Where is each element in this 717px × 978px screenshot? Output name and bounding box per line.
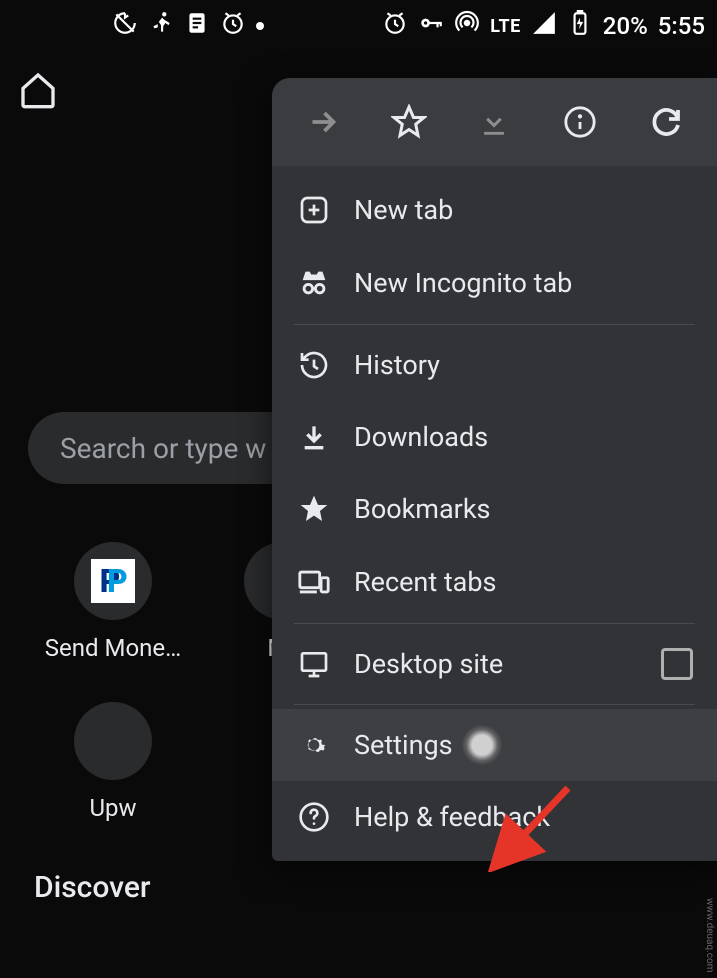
menu-desktop-site[interactable]: Desktop site bbox=[272, 628, 717, 700]
menu-label: New tab bbox=[354, 194, 453, 226]
paypal-icon: PP bbox=[74, 542, 152, 620]
menu-label: Bookmarks bbox=[354, 493, 490, 525]
gear-icon bbox=[296, 729, 332, 761]
menu-new-tab[interactable]: New tab bbox=[272, 174, 717, 246]
shortcut-label: Send Mone… bbox=[45, 634, 181, 662]
rotation-lock-icon bbox=[112, 10, 138, 42]
search-placeholder: Search or type w bbox=[60, 432, 266, 465]
menu-incognito[interactable]: New Incognito tab bbox=[272, 246, 717, 320]
plus-box-icon bbox=[296, 194, 332, 226]
document-icon bbox=[184, 10, 210, 42]
battery-percent: 20% bbox=[603, 12, 648, 40]
star-icon bbox=[296, 493, 332, 525]
battery-charging-icon bbox=[567, 10, 593, 42]
menu-divider bbox=[294, 324, 695, 325]
signal-icon bbox=[531, 10, 557, 42]
menu-label: Downloads bbox=[354, 421, 488, 453]
status-bar: LTE 20% 5:55 bbox=[0, 0, 717, 52]
menu-label: Recent tabs bbox=[354, 566, 496, 598]
menu-divider bbox=[294, 623, 695, 624]
generic-icon bbox=[74, 702, 152, 780]
menu-label: History bbox=[354, 349, 440, 381]
menu-recent-tabs[interactable]: Recent tabs bbox=[272, 545, 717, 619]
download-icon bbox=[296, 421, 332, 453]
shortcut-item[interactable]: Upw bbox=[48, 702, 178, 822]
menu-downloads[interactable]: Downloads bbox=[272, 401, 717, 473]
notification-dot-icon bbox=[256, 22, 264, 30]
discover-heading: Discover bbox=[28, 870, 689, 905]
help-icon bbox=[296, 801, 332, 833]
menu-toolbar bbox=[272, 78, 717, 166]
touch-ripple-icon bbox=[462, 725, 502, 765]
menu-label: Settings bbox=[354, 729, 453, 761]
alarm-icon bbox=[220, 10, 246, 42]
desktop-icon bbox=[296, 648, 332, 680]
forward-button[interactable] bbox=[293, 92, 353, 152]
menu-label: Desktop site bbox=[354, 648, 503, 680]
menu-divider bbox=[294, 704, 695, 705]
running-icon bbox=[148, 10, 174, 42]
menu-settings[interactable]: Settings bbox=[272, 709, 717, 781]
vpn-key-icon bbox=[418, 10, 444, 42]
shortcut-label: Upw bbox=[89, 794, 136, 822]
desktop-site-checkbox[interactable] bbox=[661, 648, 693, 680]
history-icon bbox=[296, 349, 332, 381]
menu-bookmarks[interactable]: Bookmarks bbox=[272, 473, 717, 545]
lte-indicator: LTE bbox=[490, 16, 521, 37]
clock-time: 5:55 bbox=[658, 12, 705, 40]
devices-icon bbox=[296, 565, 332, 599]
watermark: www.deuaq.com bbox=[704, 898, 715, 973]
info-button[interactable] bbox=[550, 92, 610, 152]
status-left bbox=[12, 10, 264, 42]
menu-help[interactable]: Help & feedback bbox=[272, 781, 717, 853]
shortcut-item[interactable]: PP Send Mone… bbox=[48, 542, 178, 662]
refresh-button[interactable] bbox=[636, 92, 696, 152]
menu-history[interactable]: History bbox=[272, 329, 717, 401]
incognito-icon bbox=[296, 266, 332, 300]
menu-label: Help & feedback bbox=[354, 801, 550, 833]
hotspot-icon bbox=[454, 10, 480, 42]
menu-label: New Incognito tab bbox=[354, 267, 572, 299]
alarm-icon bbox=[382, 10, 408, 42]
download-button[interactable] bbox=[464, 92, 524, 152]
status-right: LTE 20% 5:55 bbox=[382, 10, 705, 42]
home-icon[interactable] bbox=[18, 70, 58, 114]
bookmark-button[interactable] bbox=[379, 92, 439, 152]
overflow-menu: New tab New Incognito tab History Downlo… bbox=[272, 78, 717, 861]
menu-items: New tab New Incognito tab History Downlo… bbox=[272, 166, 717, 861]
